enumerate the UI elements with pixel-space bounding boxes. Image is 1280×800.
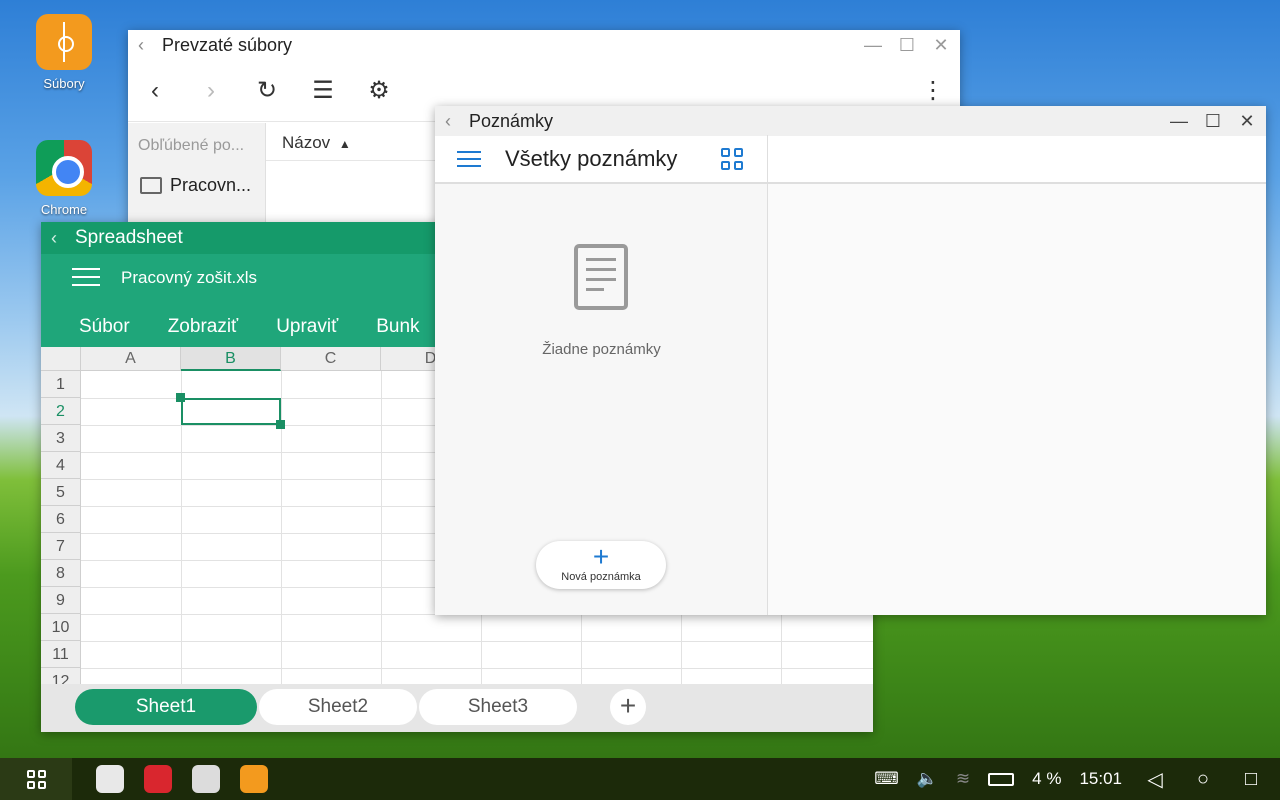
mail-icon[interactable] — [192, 765, 220, 793]
file-manager-sidebar: Obľúbené po... Pracovn... — [128, 123, 266, 230]
row-header-7[interactable]: 7 — [41, 533, 81, 560]
grid-view-icon[interactable] — [721, 148, 743, 170]
notes-header: Všetky poznámky — [435, 135, 1266, 184]
column-name-label: Názov — [282, 133, 331, 152]
close-button[interactable]: ✕ — [932, 35, 950, 56]
battery-icon[interactable] — [988, 772, 1015, 786]
close-button[interactable]: ✕ — [1238, 111, 1256, 132]
row-header-2[interactable]: 2 — [41, 398, 81, 425]
row-header-5[interactable]: 5 — [41, 479, 81, 506]
row-header-8[interactable]: 8 — [41, 560, 81, 587]
row-header-3[interactable]: 3 — [41, 425, 81, 452]
volume-icon[interactable]: 🔈 — [917, 769, 938, 789]
hamburger-menu-icon[interactable] — [72, 268, 100, 292]
row-header-10[interactable]: 10 — [41, 614, 81, 641]
grid-line — [381, 371, 382, 684]
hamburger-menu-icon[interactable] — [457, 146, 481, 172]
wifi-off-icon[interactable]: ≋ — [956, 769, 970, 789]
row-header-11[interactable]: 11 — [41, 641, 81, 668]
forward-button[interactable]: › — [198, 77, 224, 105]
sidebar-favorites-header[interactable]: Obľúbené po... — [128, 123, 265, 155]
menu-cell[interactable]: Bunk — [376, 316, 419, 338]
menu-edit[interactable]: Upraviť — [276, 316, 338, 338]
maximize-button[interactable]: ☐ — [1204, 111, 1222, 132]
plus-icon: + — [592, 541, 610, 572]
sheet-tabs-bar: Sheet1 Sheet2 Sheet3 + — [41, 684, 873, 732]
back-icon[interactable]: ‹ — [445, 111, 463, 132]
selection-handle-end[interactable] — [276, 420, 285, 429]
sheet-tab-3[interactable]: Sheet3 — [419, 689, 577, 725]
minimize-button[interactable]: — — [864, 35, 882, 56]
start-button[interactable] — [0, 758, 72, 800]
back-button[interactable]: ‹ — [142, 77, 168, 105]
document-icon — [574, 244, 628, 310]
notes-titlebar: ‹ Poznámky — ☐ ✕ — [435, 106, 1266, 136]
sheet-tab-1[interactable]: Sheet1 — [75, 689, 257, 725]
list-view-button[interactable]: ☰ — [310, 76, 336, 105]
column-header-a[interactable]: A — [81, 347, 181, 371]
files-icon — [36, 14, 92, 70]
settings-button[interactable]: ⚙ — [366, 76, 392, 105]
maximize-button[interactable]: ☐ — [898, 35, 916, 56]
spreadsheet-menu-bar: Súbor Zobraziť Upraviť Bunk — [79, 316, 420, 338]
nav-back-button[interactable]: ◁ — [1140, 767, 1170, 792]
keyboard-icon[interactable]: ⌨ — [874, 769, 899, 789]
clock[interactable]: 15:01 — [1079, 769, 1122, 789]
grid-line — [281, 371, 282, 684]
sort-asc-icon: ▲ — [338, 137, 351, 151]
desktop-icon-chrome[interactable]: Chrome — [28, 140, 100, 217]
refresh-button[interactable]: ↻ — [254, 76, 280, 105]
notes-window: ‹ Poznámky — ☐ ✕ Všetky poznámky Žiadne … — [435, 106, 1266, 615]
back-icon[interactable]: ‹ — [138, 35, 156, 56]
battery-percent: 4 % — [1032, 769, 1062, 788]
new-note-label: Nová poznámka — [561, 571, 641, 583]
notes-app-icon[interactable] — [96, 765, 124, 793]
grid-line — [81, 641, 873, 642]
file-name: Pracovný zošit.xls — [121, 268, 258, 287]
nav-home-button[interactable]: ○ — [1188, 768, 1218, 791]
select-all-corner[interactable] — [41, 347, 81, 371]
row-header-12[interactable]: 12 — [41, 668, 81, 684]
window-title: Prevzaté súbory — [162, 34, 293, 55]
system-tray: ⌨ 🔈 ≋ 4 % 15:01 ◁ ○ □ — [874, 767, 1280, 792]
drive-icon — [140, 177, 162, 194]
file-manager-titlebar: ‹ Prevzaté súbory — ☐ ✕ — [128, 30, 960, 60]
selected-cell[interactable] — [181, 398, 281, 425]
sidebar-item-label: Pracovn... — [170, 175, 252, 195]
row-header-1[interactable]: 1 — [41, 371, 81, 398]
column-header-b[interactable]: B — [181, 347, 281, 371]
minimize-button[interactable]: — — [1170, 111, 1188, 132]
chrome-icon — [36, 140, 92, 196]
wps-office-icon[interactable] — [144, 765, 172, 793]
row-header-6[interactable]: 6 — [41, 506, 81, 533]
selection-handle-start[interactable] — [176, 393, 185, 402]
add-sheet-button[interactable]: + — [610, 689, 646, 725]
menu-view[interactable]: Zobraziť — [168, 316, 238, 338]
sidebar-item-work[interactable]: Pracovn... — [128, 155, 265, 196]
row-header-9[interactable]: 9 — [41, 587, 81, 614]
column-header-c[interactable]: C — [281, 347, 381, 371]
app-grid-icon — [26, 769, 46, 789]
desktop-icon-label: Súbory — [43, 76, 85, 91]
note-detail-pane — [768, 184, 1266, 615]
row-header-4[interactable]: 4 — [41, 452, 81, 479]
grid-line — [81, 668, 873, 669]
back-icon[interactable]: ‹ — [51, 228, 69, 249]
desktop-icon-files[interactable]: Súbory — [28, 14, 100, 91]
desktop-icon-label: Chrome — [40, 202, 88, 217]
window-title: Poznámky — [469, 110, 554, 131]
files-icon[interactable] — [240, 765, 268, 793]
more-options-button[interactable]: ⋮ — [920, 76, 946, 105]
notes-heading: Všetky poznámky — [505, 146, 678, 171]
sheet-tab-2[interactable]: Sheet2 — [259, 689, 417, 725]
taskbar: ⌨ 🔈 ≋ 4 % 15:01 ◁ ○ □ — [0, 758, 1280, 800]
new-note-button[interactable]: + Nová poznámka — [536, 541, 666, 589]
menu-file[interactable]: Súbor — [79, 316, 130, 338]
empty-state-text: Žiadne poznámky — [542, 341, 661, 358]
nav-recents-button[interactable]: □ — [1236, 768, 1266, 791]
